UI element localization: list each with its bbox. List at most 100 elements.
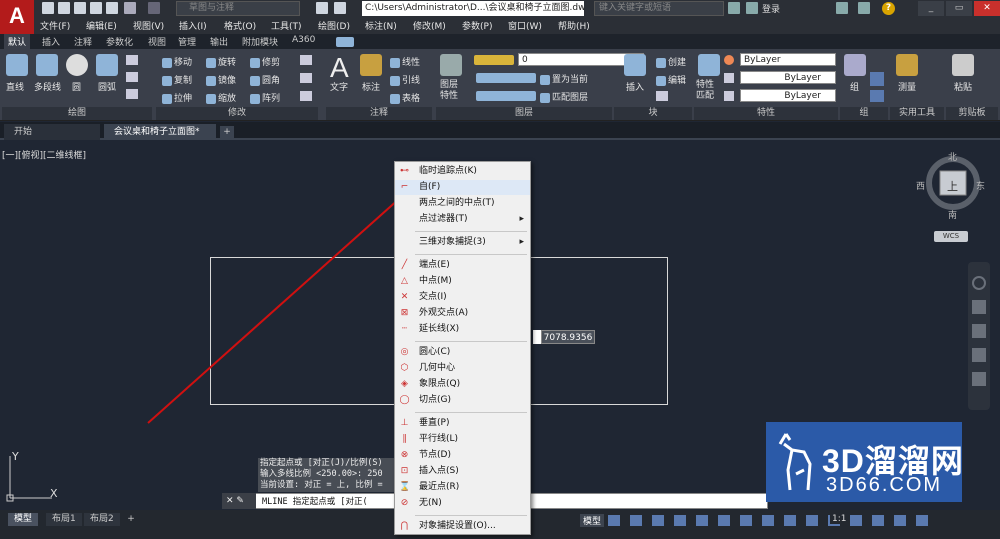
hatch-icon[interactable] xyxy=(126,72,138,82)
properties-panel-title[interactable]: 特性 xyxy=(694,107,838,120)
osnap-item-5[interactable]: 三维对象捕捉(3) ▸ xyxy=(395,235,530,250)
help-icon[interactable]: ? xyxy=(882,2,895,15)
exchange-icon[interactable] xyxy=(858,2,870,14)
tab-drawing[interactable]: 会议桌和椅子立面图* xyxy=(104,124,216,140)
command-line-tools[interactable]: ✕ ✎ xyxy=(222,493,256,509)
layers-panel-title[interactable]: 图层 xyxy=(436,107,612,120)
osnap-item-0[interactable]: ⊷ 临时追踪点(K) xyxy=(395,164,530,179)
tab-output[interactable]: 输出 xyxy=(210,35,228,48)
groups-panel-title[interactable]: 组 xyxy=(840,107,888,120)
menu-parametric[interactable]: 参数(P) xyxy=(462,19,492,32)
saveas-icon[interactable] xyxy=(90,2,102,14)
cursor-input[interactable] xyxy=(533,330,541,344)
menu-insert[interactable]: 插入(I) xyxy=(179,19,207,32)
scale-tool[interactable]: 缩放 xyxy=(206,91,236,104)
osnap-item-1[interactable]: ⌐ 自(F) xyxy=(395,180,530,195)
arc-label[interactable]: 圆弧 xyxy=(98,80,116,93)
osnap-item-13[interactable]: ◎ 圆心(C) xyxy=(395,345,530,360)
polyline-label[interactable]: 多段线 xyxy=(34,80,61,93)
tab-insert[interactable]: 插入 xyxy=(42,35,60,48)
osnap-item-15[interactable]: ◈ 象限点(Q) xyxy=(395,377,530,392)
color-dropdown[interactable]: ByLayer xyxy=(740,53,836,66)
utilities-panel-title[interactable]: 实用工具 xyxy=(890,107,944,120)
new-tab-button[interactable]: + xyxy=(220,126,234,138)
osnap-item-2[interactable]: 两点之间的中点(T) xyxy=(395,196,530,211)
share-icon[interactable] xyxy=(316,2,328,14)
draw-panel-title[interactable]: 绘图 xyxy=(2,107,152,120)
save-icon[interactable] xyxy=(74,2,86,14)
maximize-button[interactable]: ▭ xyxy=(946,1,972,16)
group-select-icon[interactable] xyxy=(870,72,884,86)
compass-east[interactable]: 东 xyxy=(976,179,985,192)
qa-dropdown-icon[interactable] xyxy=(334,2,346,14)
workspace-dropdown[interactable]: 草图与注释 xyxy=(176,1,300,16)
layer-properties-icon[interactable] xyxy=(440,54,462,76)
erase-icon[interactable] xyxy=(300,55,312,65)
insert-block-label[interactable]: 插入 xyxy=(626,80,644,93)
tab-manage[interactable]: 管理 xyxy=(178,35,196,48)
steering-wheel-icon[interactable] xyxy=(972,276,986,290)
zoom-extents-icon[interactable] xyxy=(972,324,986,338)
dimension-label[interactable]: 标注 xyxy=(362,80,380,93)
viewcube-top-label[interactable]: 上 xyxy=(947,178,958,194)
explode-icon[interactable] xyxy=(300,73,312,83)
dimension-icon[interactable] xyxy=(360,54,382,76)
menu-modify[interactable]: 修改(M) xyxy=(413,19,446,32)
trim-tool[interactable]: 修剪 xyxy=(250,55,280,68)
fillet-tool[interactable]: 圆角 xyxy=(250,73,280,86)
model-space-toggle[interactable]: 模型 xyxy=(580,514,605,527)
group-icon[interactable] xyxy=(844,54,866,76)
osnap-item-23[interactable]: ⊘ 无(N) xyxy=(395,496,530,511)
edit-attributes-icon[interactable] xyxy=(656,91,668,101)
linetype-dropdown[interactable]: ByLayer xyxy=(740,89,836,102)
osnap-item-7[interactable]: ╱ 端点(E) xyxy=(395,258,530,273)
linear-tool[interactable]: 线性 xyxy=(390,55,420,68)
layer-tools-row1[interactable] xyxy=(476,73,536,83)
add-layout-button[interactable]: + xyxy=(124,513,138,526)
compass-south[interactable]: 南 xyxy=(948,208,957,221)
menu-help[interactable]: 帮助(H) xyxy=(558,19,590,32)
osnap-item-11[interactable]: ┄ 延长线(X) xyxy=(395,322,530,337)
circle-label[interactable]: 圆 xyxy=(72,80,81,93)
rotate-tool[interactable]: 旋转 xyxy=(206,55,236,68)
osnap-item-20[interactable]: ⊗ 节点(D) xyxy=(395,448,530,463)
search-input[interactable]: 键入关键字或短语 xyxy=(594,1,724,16)
arc-icon[interactable] xyxy=(96,54,118,76)
text-label[interactable]: 文字 xyxy=(330,80,348,93)
tab-a360[interactable]: A360 xyxy=(292,35,315,45)
login-button[interactable]: 登录 xyxy=(762,2,780,15)
line-label[interactable]: 直线 xyxy=(6,80,24,93)
showmotion-icon[interactable] xyxy=(972,372,986,386)
new-icon[interactable] xyxy=(42,2,54,14)
dynamic-input-tooltip[interactable]: 7078.9356 xyxy=(541,330,595,344)
stretch-tool[interactable]: 拉伸 xyxy=(162,91,192,104)
annotation-panel-title[interactable]: 注释 xyxy=(326,107,432,120)
offset-icon[interactable] xyxy=(300,91,312,101)
menu-file[interactable]: 文件(F) xyxy=(40,19,70,32)
create-block-tool[interactable]: 创建 xyxy=(656,55,686,68)
layout-tab-1[interactable]: 布局1 xyxy=(46,513,82,526)
match-layer-tool[interactable]: 匹配图层 xyxy=(540,90,588,103)
layout-tab-model[interactable]: 模型 xyxy=(8,513,39,526)
layer-tools-row2[interactable] xyxy=(476,91,536,101)
osnap-item-3[interactable]: 点过滤器(T) ▸ xyxy=(395,212,530,227)
annotation-scale[interactable]: 1:1 xyxy=(830,514,849,524)
circle-icon[interactable] xyxy=(66,54,88,76)
ungroup-icon[interactable] xyxy=(870,90,884,102)
match-properties-label[interactable]: 特性匹配 xyxy=(696,80,720,102)
region-icon[interactable] xyxy=(126,89,138,99)
osnap-item-19[interactable]: ∥ 平行线(L) xyxy=(395,432,530,447)
print-icon[interactable] xyxy=(106,2,118,14)
tab-start[interactable]: 开始 xyxy=(4,124,100,140)
leader-tool[interactable]: 引线 xyxy=(390,73,420,86)
osnap-item-21[interactable]: ⊡ 插入点(S) xyxy=(395,464,530,479)
rectangle-icon[interactable] xyxy=(126,55,138,65)
array-tool[interactable]: 阵列 xyxy=(250,91,280,104)
minimize-button[interactable]: _ xyxy=(918,1,944,16)
close-button[interactable]: ✕ xyxy=(974,1,1000,16)
osnap-item-16[interactable]: ◯ 切点(G) xyxy=(395,393,530,408)
menu-window[interactable]: 窗口(W) xyxy=(508,19,542,32)
orbit-icon[interactable] xyxy=(972,348,986,362)
polyline-icon[interactable] xyxy=(36,54,58,76)
undo-icon[interactable] xyxy=(124,2,136,14)
